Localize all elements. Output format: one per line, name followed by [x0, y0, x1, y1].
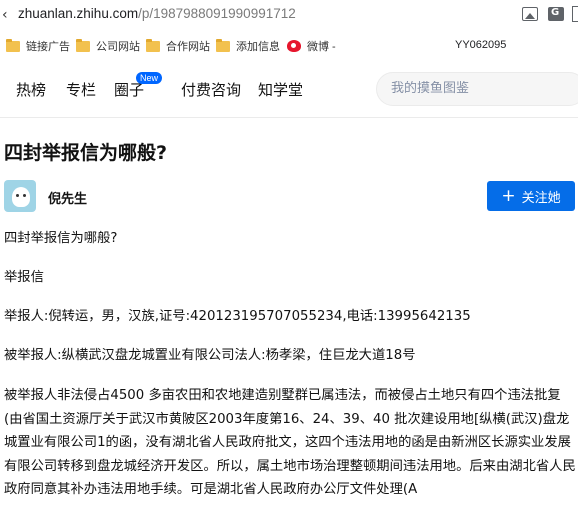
weibo-icon — [287, 40, 301, 52]
url-path: /p/1987988091990991712 — [138, 6, 296, 21]
image-icon[interactable] — [522, 7, 538, 21]
paragraph: 被举报人非法侵占4500 多亩农田和农地建造别墅群已属违法，而被侵占土地只有四个… — [4, 388, 576, 497]
bookmark-label: 添加信息 — [236, 41, 280, 53]
bookmark-folder[interactable]: 添加信息 — [216, 38, 280, 54]
bookmark-folder[interactable]: 链接广告 — [6, 38, 70, 54]
reader-icon[interactable] — [572, 6, 578, 22]
paragraph: 四封举报信为哪般? — [4, 231, 118, 246]
paragraph: 被举报人:纵横武汉盘龙城置业有限公司法人:杨孝梁，住巨龙大道18号 — [4, 348, 416, 363]
bookmark-label: 合作网站 — [166, 41, 210, 53]
nav-item-consult[interactable]: 付费咨询 — [181, 79, 241, 100]
bookmark-folder[interactable]: 合作网站 — [146, 38, 210, 54]
avatar-eye — [16, 194, 19, 197]
translate-icon[interactable]: G — [548, 7, 564, 21]
site-nav: 热榜 专栏 圈子 New 付费咨询 知学堂 — [0, 60, 578, 118]
folder-icon — [6, 38, 20, 52]
nav-item-academy[interactable]: 知学堂 — [258, 79, 303, 100]
nav-item-hot[interactable]: 热榜 — [16, 79, 46, 100]
folder-icon — [76, 38, 90, 52]
article-content: 四封举报信为哪般? 举报信 举报人:倪转运，男，汉族,证号:4201231957… — [4, 228, 576, 508]
follow-button[interactable]: + 关注她 — [487, 181, 575, 211]
avatar-eye — [23, 194, 26, 197]
avatar-face — [12, 187, 30, 207]
avatar[interactable] — [4, 180, 36, 212]
author-name[interactable]: 倪先生 — [48, 188, 87, 207]
paragraph: 举报信 — [4, 270, 44, 285]
page-info-icon[interactable]: ‹ — [2, 7, 8, 23]
folder-icon — [216, 38, 230, 52]
folder-icon — [146, 38, 160, 52]
bookmark-weibo[interactable]: 微博 - — [287, 38, 336, 54]
search-input[interactable] — [391, 81, 571, 96]
paragraph: 举报人:倪转运，男，汉族,证号:420123195707055234,电话:13… — [4, 309, 471, 324]
search-box[interactable] — [376, 72, 578, 106]
bookmark-code: YY062095 — [455, 39, 507, 51]
bookmark-label: 链接广告 — [26, 41, 70, 53]
url-host: zhuanlan.zhihu.com — [18, 6, 139, 21]
url-text[interactable]: zhuanlan.zhihu.com/p/1987988091990991712 — [18, 6, 296, 21]
article-title: 四封举报信为哪般? — [4, 142, 168, 164]
bookmark-label: 微博 - — [307, 41, 336, 53]
plus-icon: + — [501, 185, 516, 206]
new-badge: New — [136, 72, 163, 84]
bookmark-folder[interactable]: 公司网站 — [76, 38, 140, 54]
follow-label: 关注她 — [521, 190, 561, 206]
bookmarks-bar: 链接广告 公司网站 合作网站 添加信息 微博 - YY062095 — [0, 30, 578, 60]
bookmark-label: 公司网站 — [96, 41, 140, 53]
address-bar[interactable]: ‹ zhuanlan.zhihu.com/p/19879880919909917… — [0, 0, 578, 30]
nav-item-column[interactable]: 专栏 — [66, 79, 96, 100]
